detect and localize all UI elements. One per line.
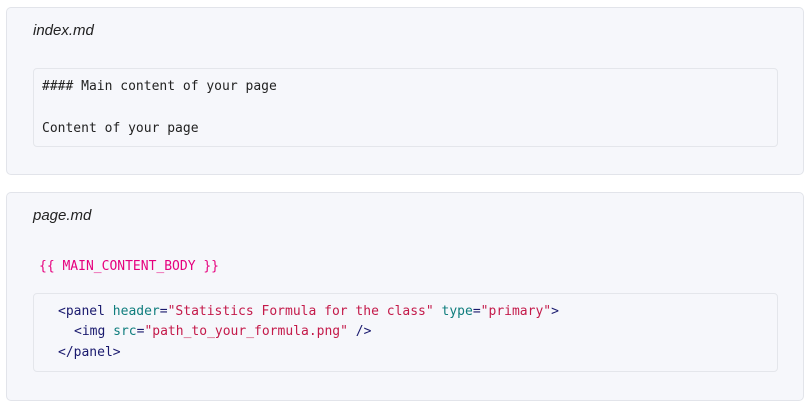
token-type-value: "primary" (480, 304, 552, 319)
main-content-body-placeholder: {{ MAIN_CONTENT_BODY }} (39, 259, 220, 274)
token-self-close: /> (347, 324, 372, 339)
token-equals: = (472, 304, 481, 319)
code-line-img: <img src="path_to_your_formula.png" /> (74, 324, 371, 340)
token-panel-tag: <panel (58, 304, 105, 319)
code-line-panel-close: </panel> (58, 345, 121, 360)
file-title-page-md: page.md (33, 207, 92, 224)
token-src-attr: src (113, 324, 137, 339)
file-title-index-md: index.md (33, 22, 94, 39)
index-md-code-block: #### Main content of your page Content o… (33, 68, 778, 147)
token-header-value: "Statistics Formula for the class" (167, 304, 434, 319)
page-md-code-block: <panel header="Statistics Formula for th… (33, 293, 778, 372)
token-header-attr: header (112, 304, 160, 319)
code-line-panel-open: <panel header="Statistics Formula for th… (58, 304, 559, 320)
code-line-heading: #### Main content of your page (42, 79, 277, 94)
page-md-card: page.md {{ MAIN_CONTENT_BODY }} <panel h… (6, 192, 804, 401)
index-md-card: index.md #### Main content of your page … (6, 7, 804, 175)
code-line-content: Content of your page (42, 121, 199, 136)
token-img-tag: <img (74, 324, 106, 339)
token-src-value: "path_to_your_formula.png" (144, 324, 348, 339)
token-type-attr: type (441, 304, 473, 319)
token-tag-close: > (551, 304, 559, 319)
token-equals: = (159, 304, 168, 319)
